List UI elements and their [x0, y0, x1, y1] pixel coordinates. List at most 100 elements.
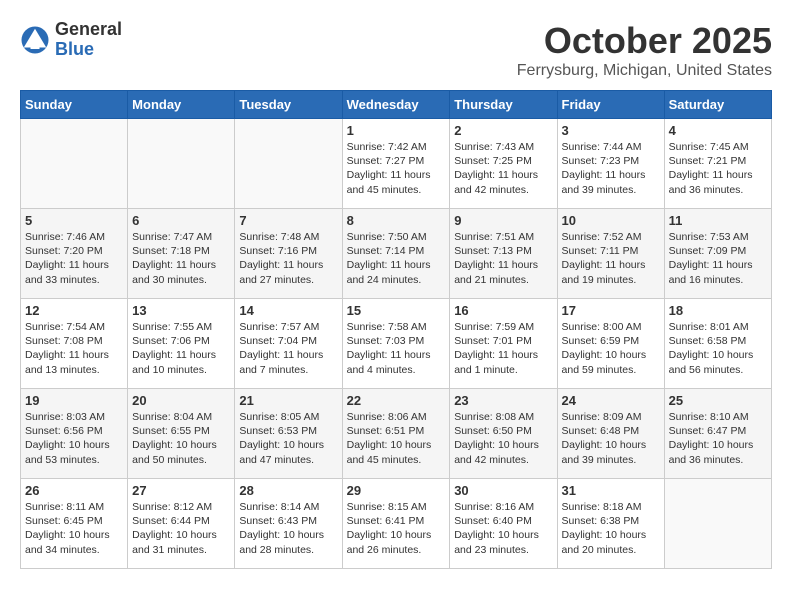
calendar-cell: 16Sunrise: 7:59 AM Sunset: 7:01 PM Dayli…	[450, 299, 557, 389]
calendar-week-row: 12 Sunrise: 7:54 AM Sunset: 7:08 PM Dayli…	[21, 299, 772, 389]
weekday-header: Sunday	[21, 91, 128, 119]
calendar-week-row: 26Sunrise: 8:11 AM Sunset: 6:45 PM Dayli…	[21, 479, 772, 569]
weekday-header: Wednesday	[342, 91, 450, 119]
weekday-header: Tuesday	[235, 91, 342, 119]
day-number: 8	[347, 213, 446, 228]
calendar-cell: 8 Sunrise: 7:50 AM Sunset: 7:14 PM Daylig…	[342, 209, 450, 299]
weekday-header-row: SundayMondayTuesdayWednesdayThursdayFrid…	[21, 91, 772, 119]
day-number: 9	[454, 213, 552, 228]
day-number: 22	[347, 393, 446, 408]
calendar-cell: 27 Sunrise: 8:12 AM Sunset: 6:44 PM Dayli…	[128, 479, 235, 569]
day-info: Sunrise: 7:54 AM Sunset: 7:08 PM Dayligh…	[25, 320, 123, 377]
day-info: Sunrise: 8:15 AM Sunset: 6:41 PM Dayligh…	[347, 500, 446, 557]
day-info: Sunrise: 8:10 AM Sunset: 6:47 PM Dayligh…	[669, 410, 767, 467]
day-info: Sunrise: 7:55 AM Sunset: 7:06 PM Dayligh…	[132, 320, 230, 377]
day-info: Sunrise: 8:06 AM Sunset: 6:51 PM Dayligh…	[347, 410, 446, 467]
day-number: 18	[669, 303, 767, 318]
calendar-cell: 2 Sunrise: 7:43 AM Sunset: 7:25 PM Daylig…	[450, 119, 557, 209]
calendar-cell: 31 Sunrise: 8:18 AM Sunset: 6:38 PM Dayli…	[557, 479, 664, 569]
calendar-cell: 17 Sunrise: 8:00 AM Sunset: 6:59 PM Dayli…	[557, 299, 664, 389]
day-number: 12	[25, 303, 123, 318]
weekday-header: Monday	[128, 91, 235, 119]
day-info: Sunrise: 7:50 AM Sunset: 7:14 PM Dayligh…	[347, 230, 446, 287]
day-number: 19	[25, 393, 123, 408]
calendar-cell: 26Sunrise: 8:11 AM Sunset: 6:45 PM Dayli…	[21, 479, 128, 569]
day-number: 27	[132, 483, 230, 498]
header: General Blue October 2025 Ferrysburg, Mi…	[20, 20, 772, 80]
calendar-cell: 12 Sunrise: 7:54 AM Sunset: 7:08 PM Dayli…	[21, 299, 128, 389]
calendar-cell: 1 Sunrise: 7:42 AM Sunset: 7:27 PM Daylig…	[342, 119, 450, 209]
day-number: 31	[562, 483, 660, 498]
weekday-header: Friday	[557, 91, 664, 119]
calendar-cell: 28 Sunrise: 8:14 AM Sunset: 6:43 PM Dayli…	[235, 479, 342, 569]
day-info: Sunrise: 8:09 AM Sunset: 6:48 PM Dayligh…	[562, 410, 660, 467]
calendar-cell: 23 Sunrise: 8:08 AM Sunset: 6:50 PM Dayli…	[450, 389, 557, 479]
day-info: Sunrise: 7:57 AM Sunset: 7:04 PM Dayligh…	[239, 320, 337, 377]
day-number: 3	[562, 123, 660, 138]
logo-blue-text: Blue	[55, 40, 122, 60]
day-number: 24	[562, 393, 660, 408]
calendar-cell: 13 Sunrise: 7:55 AM Sunset: 7:06 PM Dayli…	[128, 299, 235, 389]
calendar-cell: 11Sunrise: 7:53 AM Sunset: 7:09 PM Dayli…	[664, 209, 771, 299]
calendar-cell: 18 Sunrise: 8:01 AM Sunset: 6:58 PM Dayli…	[664, 299, 771, 389]
day-number: 11	[669, 213, 767, 228]
title-area: October 2025 Ferrysburg, Michigan, Unite…	[517, 20, 772, 80]
calendar-cell: 29 Sunrise: 8:15 AM Sunset: 6:41 PM Dayli…	[342, 479, 450, 569]
calendar-cell: 19 Sunrise: 8:03 AM Sunset: 6:56 PM Dayli…	[21, 389, 128, 479]
day-info: Sunrise: 8:05 AM Sunset: 6:53 PM Dayligh…	[239, 410, 337, 467]
calendar-cell: 21 Sunrise: 8:05 AM Sunset: 6:53 PM Dayli…	[235, 389, 342, 479]
day-number: 13	[132, 303, 230, 318]
day-info: Sunrise: 7:44 AM Sunset: 7:23 PM Dayligh…	[562, 140, 660, 197]
day-number: 23	[454, 393, 552, 408]
day-info: Sunrise: 7:43 AM Sunset: 7:25 PM Dayligh…	[454, 140, 552, 197]
day-info: Sunrise: 8:18 AM Sunset: 6:38 PM Dayligh…	[562, 500, 660, 557]
day-number: 26	[25, 483, 123, 498]
calendar-cell: 10 Sunrise: 7:52 AM Sunset: 7:11 PM Dayli…	[557, 209, 664, 299]
calendar-cell	[664, 479, 771, 569]
calendar-cell: 6 Sunrise: 7:47 AM Sunset: 7:18 PM Daylig…	[128, 209, 235, 299]
calendar-cell	[128, 119, 235, 209]
calendar-cell: 3 Sunrise: 7:44 AM Sunset: 7:23 PM Daylig…	[557, 119, 664, 209]
day-info: Sunrise: 7:47 AM Sunset: 7:18 PM Dayligh…	[132, 230, 230, 287]
day-number: 16	[454, 303, 552, 318]
day-number: 30	[454, 483, 552, 498]
day-info: Sunrise: 7:45 AM Sunset: 7:21 PM Dayligh…	[669, 140, 767, 197]
day-info: Sunrise: 8:00 AM Sunset: 6:59 PM Dayligh…	[562, 320, 660, 377]
day-number: 1	[347, 123, 446, 138]
day-info: Sunrise: 8:01 AM Sunset: 6:58 PM Dayligh…	[669, 320, 767, 377]
location: Ferrysburg, Michigan, United States	[517, 62, 772, 80]
calendar-week-row: 19 Sunrise: 8:03 AM Sunset: 6:56 PM Dayli…	[21, 389, 772, 479]
day-number: 28	[239, 483, 337, 498]
day-number: 10	[562, 213, 660, 228]
calendar-week-row: 5 Sunrise: 7:46 AM Sunset: 7:20 PM Daylig…	[21, 209, 772, 299]
calendar-cell: 5 Sunrise: 7:46 AM Sunset: 7:20 PM Daylig…	[21, 209, 128, 299]
calendar-cell: 20 Sunrise: 8:04 AM Sunset: 6:55 PM Dayli…	[128, 389, 235, 479]
calendar-cell: 14 Sunrise: 7:57 AM Sunset: 7:04 PM Dayli…	[235, 299, 342, 389]
day-number: 20	[132, 393, 230, 408]
day-number: 5	[25, 213, 123, 228]
calendar-cell: 30Sunrise: 8:16 AM Sunset: 6:40 PM Dayli…	[450, 479, 557, 569]
calendar: SundayMondayTuesdayWednesdayThursdayFrid…	[20, 90, 772, 569]
day-info: Sunrise: 7:58 AM Sunset: 7:03 PM Dayligh…	[347, 320, 446, 377]
day-number: 17	[562, 303, 660, 318]
day-number: 14	[239, 303, 337, 318]
day-info: Sunrise: 8:03 AM Sunset: 6:56 PM Dayligh…	[25, 410, 123, 467]
day-number: 7	[239, 213, 337, 228]
day-info: Sunrise: 7:48 AM Sunset: 7:16 PM Dayligh…	[239, 230, 337, 287]
calendar-cell	[21, 119, 128, 209]
day-info: Sunrise: 8:04 AM Sunset: 6:55 PM Dayligh…	[132, 410, 230, 467]
day-info: Sunrise: 8:08 AM Sunset: 6:50 PM Dayligh…	[454, 410, 552, 467]
day-number: 29	[347, 483, 446, 498]
calendar-week-row: 1 Sunrise: 7:42 AM Sunset: 7:27 PM Daylig…	[21, 119, 772, 209]
calendar-cell: 15 Sunrise: 7:58 AM Sunset: 7:03 PM Dayli…	[342, 299, 450, 389]
logo: General Blue	[20, 20, 122, 60]
day-number: 15	[347, 303, 446, 318]
day-info: Sunrise: 8:14 AM Sunset: 6:43 PM Dayligh…	[239, 500, 337, 557]
day-number: 21	[239, 393, 337, 408]
day-info: Sunrise: 8:12 AM Sunset: 6:44 PM Dayligh…	[132, 500, 230, 557]
day-info: Sunrise: 7:46 AM Sunset: 7:20 PM Dayligh…	[25, 230, 123, 287]
day-info: Sunrise: 7:42 AM Sunset: 7:27 PM Dayligh…	[347, 140, 446, 197]
day-number: 2	[454, 123, 552, 138]
day-number: 6	[132, 213, 230, 228]
day-info: Sunrise: 7:52 AM Sunset: 7:11 PM Dayligh…	[562, 230, 660, 287]
